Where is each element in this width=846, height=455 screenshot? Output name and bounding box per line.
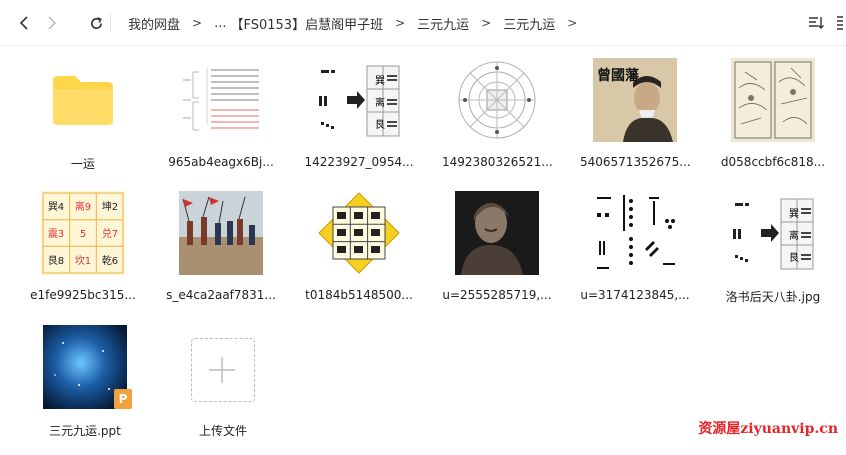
svg-text:艮8: 艮8 xyxy=(48,255,64,267)
breadcrumb: 我的网盘 > ... 【FS0153】启慧阁甲子班 > 三元九运 > 三元九运 … xyxy=(128,14,589,33)
file-tile-image[interactable]: 巽 离 艮 洛书后天八卦.jpg xyxy=(718,191,828,321)
breadcrumb-item-course[interactable]: 【FS0153】启慧阁甲子班 xyxy=(230,14,383,33)
forward-button[interactable] xyxy=(42,13,62,33)
upload-tile[interactable]: 上传文件 xyxy=(168,325,278,455)
file-name: s_e4ca2aaf7831... xyxy=(166,288,276,302)
sort-icon[interactable] xyxy=(808,15,824,31)
image-thumbnail-statue xyxy=(455,191,539,275)
svg-text:巽: 巽 xyxy=(789,208,799,220)
svg-text:艮: 艮 xyxy=(375,119,385,131)
file-tile-image[interactable]: 巽 离 艮 14223927_0954... xyxy=(304,58,414,188)
file-name: 14223927_0954... xyxy=(304,155,414,169)
file-tile-image[interactable]: 965ab4eagx6Bj... xyxy=(166,58,276,188)
file-tile-image[interactable]: s_e4ca2aaf7831... xyxy=(166,191,276,321)
svg-text:离: 离 xyxy=(375,96,385,109)
image-thumbnail-battle-painting xyxy=(179,191,263,275)
image-thumbnail-compass xyxy=(455,58,539,142)
watermark-text: 资源屋ziyuanvip.cn xyxy=(698,421,838,437)
breadcrumb-item-parent[interactable]: 三元九运 xyxy=(417,14,469,33)
image-thumbnail-trigram-arrow: 巽 离 艮 xyxy=(731,191,815,275)
file-tile-image[interactable]: 曾國藩 5406571352675... xyxy=(580,58,690,188)
file-name: t0184b5148500... xyxy=(305,288,413,302)
file-tile-image[interactable]: d058ccbf6c818... xyxy=(718,58,828,188)
file-name: 一运 xyxy=(70,157,95,171)
file-tile-image[interactable]: t0184b5148500... xyxy=(304,191,414,321)
svg-text:兑7: 兑7 xyxy=(102,227,118,240)
image-thumbnail-portrait: 曾國藩 xyxy=(593,58,677,142)
image-thumbnail-trigram-arrow: 巽 离 艮 xyxy=(317,58,401,142)
file-tile-image[interactable]: 巽4 离9 坤2 震3 5 兑7 艮8 坎1 乾6 e1fe9925bc315.… xyxy=(28,191,138,321)
file-tile-image[interactable]: u=3174123845,... xyxy=(580,191,690,321)
ppt-badge: P xyxy=(114,389,132,409)
breadcrumb-item-current[interactable]: 三元九运 xyxy=(503,14,555,33)
file-name: e1fe9925bc315... xyxy=(30,288,136,302)
svg-text:巽: 巽 xyxy=(375,75,385,87)
svg-text:离9: 离9 xyxy=(75,200,91,213)
svg-text:5: 5 xyxy=(80,229,86,240)
chevron-left-icon xyxy=(19,16,28,30)
back-button[interactable] xyxy=(14,13,34,33)
file-tile-image[interactable]: 1492380326521... xyxy=(442,58,552,188)
svg-text:坎1: 坎1 xyxy=(75,254,91,267)
chevron-right-icon xyxy=(48,16,57,30)
toolbar: 我的网盘 > ... 【FS0153】启慧阁甲子班 > 三元九运 > 三元九运 … xyxy=(0,0,846,46)
image-thumbnail-table xyxy=(179,58,263,142)
svg-text:艮: 艮 xyxy=(789,252,799,264)
file-name: 1492380326521... xyxy=(442,155,552,169)
file-tile-folder[interactable]: 一运 xyxy=(28,58,138,188)
image-thumbnail-bagua-diamond xyxy=(317,191,401,275)
breadcrumb-item-root[interactable]: 我的网盘 xyxy=(128,14,180,33)
file-name: 965ab4eagx6Bj... xyxy=(168,155,274,169)
image-thumbnail-luoshu-grid: 巽4 离9 坤2 震3 5 兑7 艮8 坎1 乾6 xyxy=(41,191,125,275)
grid-view-icon[interactable] xyxy=(834,15,846,31)
breadcrumb-item-ellipsis[interactable]: ... xyxy=(214,16,226,31)
svg-text:离: 离 xyxy=(789,229,799,242)
upload-label: 上传文件 xyxy=(198,424,247,438)
image-thumbnail-woodcut xyxy=(731,58,815,142)
upload-dropzone[interactable] xyxy=(181,325,265,409)
toolbar-divider xyxy=(110,14,111,32)
portrait-title-1: 曾國藩 xyxy=(597,67,640,84)
plus-icon xyxy=(209,357,235,383)
breadcrumb-separator: > xyxy=(567,16,578,30)
svg-text:震3: 震3 xyxy=(48,228,64,240)
toolbar-divider-bottom xyxy=(0,45,846,46)
file-tile-image[interactable]: u=2555285719,... xyxy=(442,191,552,321)
svg-text:坤2: 坤2 xyxy=(102,200,118,213)
file-name: 三元九运.ppt xyxy=(49,424,121,438)
refresh-button[interactable] xyxy=(86,13,106,33)
breadcrumb-separator: > xyxy=(481,16,492,30)
file-name: u=2555285719,... xyxy=(442,288,552,302)
folder-icon xyxy=(41,58,125,142)
file-tile-ppt[interactable]: P 三元九运.ppt xyxy=(30,325,140,455)
breadcrumb-separator: > xyxy=(395,16,406,30)
breadcrumb-separator: > xyxy=(192,16,203,30)
file-name: 洛书后天八卦.jpg xyxy=(725,290,821,304)
image-thumbnail-yao-lines xyxy=(593,191,677,275)
file-name: 5406571352675... xyxy=(580,155,690,169)
svg-text:巽4: 巽4 xyxy=(48,201,64,213)
svg-text:乾6: 乾6 xyxy=(102,254,118,267)
file-name: u=3174123845,... xyxy=(580,288,690,302)
file-name: d058ccbf6c818... xyxy=(720,155,826,169)
refresh-icon xyxy=(90,16,102,29)
